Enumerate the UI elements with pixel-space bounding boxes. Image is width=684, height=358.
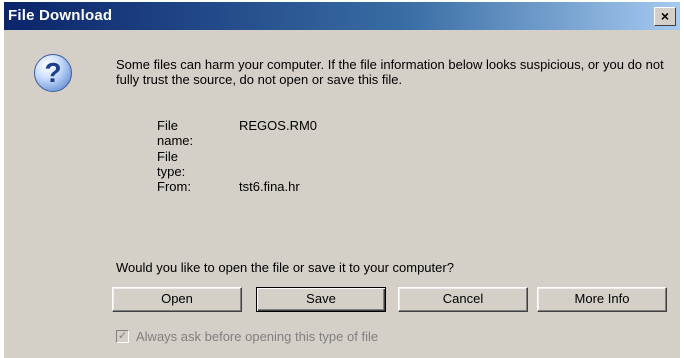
open-or-save-prompt: Would you like to open the file or save …	[116, 260, 454, 275]
close-button[interactable]: ×	[654, 7, 676, 26]
always-ask-checkbox[interactable]: ✓	[116, 330, 129, 343]
cancel-button[interactable]: Cancel	[398, 287, 528, 312]
file-name-label: File name:	[157, 118, 194, 148]
close-icon: ×	[660, 8, 670, 24]
question-icon: ?	[34, 54, 72, 92]
always-ask-label: Always ask before opening this type of f…	[136, 329, 379, 344]
window-title: File Download	[8, 7, 113, 24]
file-name-value: REGOS.RM0	[239, 118, 318, 133]
title-bar[interactable]: File Download ×	[4, 2, 680, 30]
from-label: From:	[157, 179, 191, 194]
more-info-button[interactable]: More Info	[537, 287, 667, 312]
from-value: tst6.fina.hr	[239, 179, 300, 194]
save-button[interactable]: Save	[256, 287, 386, 312]
file-type-label: File type:	[157, 149, 186, 179]
file-download-dialog: File Download × ? Some files can harm yo…	[0, 0, 684, 358]
checkmark-icon: ✓	[117, 330, 128, 342]
open-button[interactable]: Open	[112, 287, 242, 312]
warning-message: Some files can harm your computer. If th…	[116, 57, 664, 87]
dialog-body: ? Some files can harm your computer. If …	[4, 30, 680, 358]
